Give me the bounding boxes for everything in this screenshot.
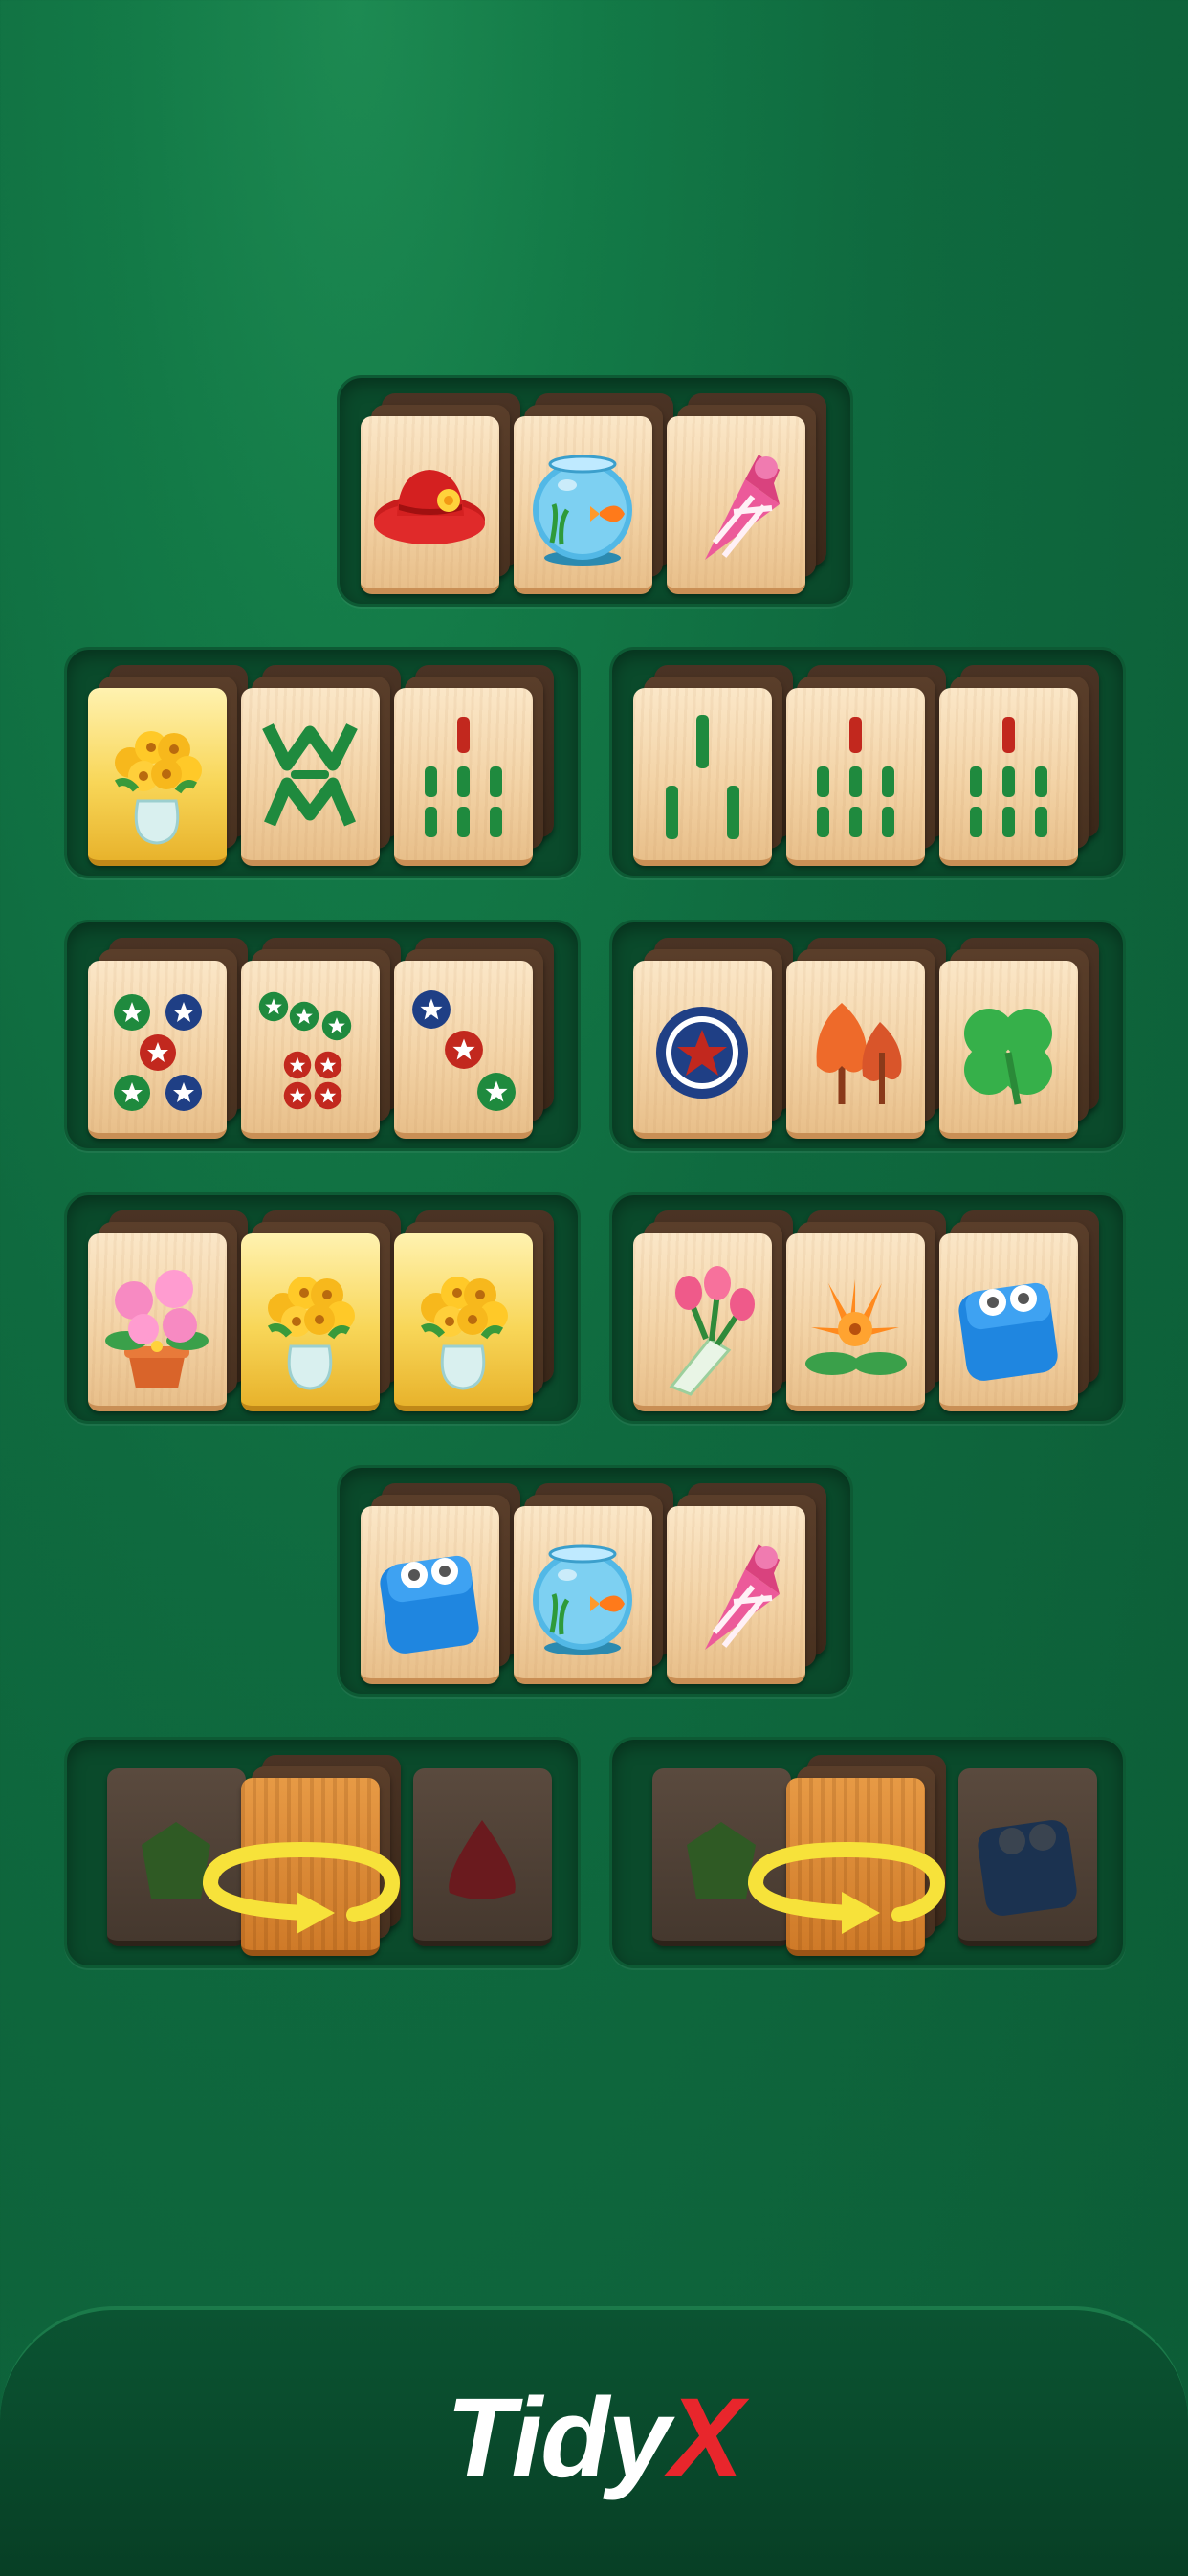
bamboo-seven-icon — [786, 688, 925, 860]
tile-slot[interactable] — [633, 938, 793, 1139]
tile-slot[interactable] — [361, 1483, 520, 1684]
tile-pink-lily-pot[interactable] — [88, 1233, 227, 1411]
tile-earbuds-case[interactable] — [939, 1233, 1078, 1411]
tulip-bouquet-icon — [633, 1233, 772, 1406]
tile-slot[interactable] — [667, 393, 826, 594]
pink-candy-icon — [667, 416, 805, 588]
tile-red-gem-dim — [413, 1768, 552, 1946]
earbuds-case-icon — [361, 1506, 499, 1678]
earbuds-case-icon — [958, 1768, 1097, 1941]
tile-tray-1 — [337, 375, 853, 607]
bamboo-seven-icon — [939, 688, 1078, 860]
tile-flower-vase-gold[interactable] — [88, 688, 227, 866]
tile-bamboo-7[interactable] — [394, 688, 533, 866]
tile-fishbowl[interactable] — [514, 416, 652, 594]
dots-five-icon — [114, 994, 202, 1111]
bamboo-seven-icon — [394, 688, 533, 860]
tile-orange-lily[interactable] — [786, 1233, 925, 1411]
tile-red-hat[interactable] — [361, 416, 499, 594]
tile-slot[interactable] — [786, 665, 946, 866]
tile-tray-7 — [609, 1192, 1126, 1424]
tile-slot[interactable] — [241, 665, 401, 866]
tile-slot[interactable] — [786, 938, 946, 1139]
tile-pink-candy[interactable] — [667, 416, 805, 594]
potted-lily-icon — [88, 1233, 227, 1406]
tile-dots-3[interactable] — [394, 961, 533, 1139]
bamboo-w-icon — [241, 688, 380, 860]
tile-slot[interactable] — [667, 1483, 826, 1684]
tile-tulip-bouquet[interactable] — [633, 1233, 772, 1411]
tile-slot[interactable] — [939, 938, 1099, 1139]
tile-slot[interactable] — [786, 1210, 946, 1411]
tile-slot[interactable] — [241, 938, 401, 1139]
orange-lily-icon — [786, 1233, 925, 1406]
tile-bamboo-7[interactable] — [939, 688, 1078, 866]
dots-eight-icon — [258, 991, 352, 1110]
autumn-tree-icon — [786, 961, 925, 1133]
tile-bamboo-7[interactable] — [786, 688, 925, 866]
tile-tray-9 — [64, 1737, 581, 1968]
clover-icon — [939, 961, 1078, 1133]
tile-slot[interactable] — [413, 1768, 557, 1946]
brand-name-main: Tidy — [446, 2375, 670, 2501]
tile-slot[interactable] — [514, 393, 673, 594]
tile-tray-2 — [64, 647, 581, 878]
tile-flower-vase-gold[interactable] — [394, 1233, 533, 1411]
tile-slot[interactable] — [394, 1210, 554, 1411]
flower-vase-icon — [241, 1233, 380, 1406]
flower-vase-icon — [88, 688, 227, 860]
tile-dots-1[interactable] — [633, 961, 772, 1139]
tile-slot[interactable] — [88, 1210, 248, 1411]
tile-slot[interactable] — [88, 665, 248, 866]
tile-dots-5[interactable] — [88, 961, 227, 1139]
tile-tray-10 — [609, 1737, 1126, 1968]
tile-slot[interactable] — [939, 1210, 1099, 1411]
tile-slot[interactable] — [361, 393, 520, 594]
tile-tray-6 — [64, 1192, 581, 1424]
tile-slot[interactable] — [939, 665, 1099, 866]
rotate-arrow-icon — [748, 1841, 946, 1934]
fishbowl-icon — [514, 416, 652, 588]
tile-slot[interactable] — [514, 1483, 673, 1684]
tile-slot[interactable] — [88, 938, 248, 1139]
brand-logo: TidyX — [0, 2373, 1188, 2503]
brand-name-accent: X — [668, 2375, 744, 2501]
tile-slot[interactable] — [633, 1210, 793, 1411]
tile-bamboo-w[interactable] — [241, 688, 380, 866]
tile-autumn-tree[interactable] — [786, 961, 925, 1139]
tile-bamboo-3[interactable] — [633, 688, 772, 866]
fishbowl-icon — [514, 1506, 652, 1678]
tile-tray-5 — [609, 920, 1126, 1151]
flower-vase-icon — [394, 1233, 533, 1406]
bamboo-three-icon — [633, 688, 772, 860]
red-gem-icon — [413, 1768, 552, 1941]
tile-slot[interactable] — [241, 1210, 401, 1411]
pink-candy-icon — [667, 1506, 805, 1678]
tile-earbuds-dim — [958, 1768, 1097, 1946]
tile-slot[interactable] — [633, 665, 793, 866]
tile-slot[interactable] — [958, 1768, 1102, 1946]
earbuds-case-icon — [939, 1233, 1078, 1406]
tile-slot[interactable] — [394, 665, 554, 866]
tile-earbuds-case[interactable] — [361, 1506, 499, 1684]
tile-flower-vase-gold[interactable] — [241, 1233, 380, 1411]
tile-fishbowl[interactable] — [514, 1506, 652, 1684]
tile-dots-8[interactable] — [241, 961, 380, 1139]
tile-pink-candy[interactable] — [667, 1506, 805, 1684]
red-hat-icon — [361, 416, 499, 588]
dots-one-icon — [633, 961, 772, 1133]
tile-tray-4 — [64, 920, 581, 1151]
tile-tray-3 — [609, 647, 1126, 878]
tile-clover[interactable] — [939, 961, 1078, 1139]
tile-tray-8 — [337, 1465, 853, 1697]
dots-three-icon — [412, 990, 516, 1111]
tile-slot[interactable] — [394, 938, 554, 1139]
rotate-arrow-icon — [203, 1841, 401, 1934]
